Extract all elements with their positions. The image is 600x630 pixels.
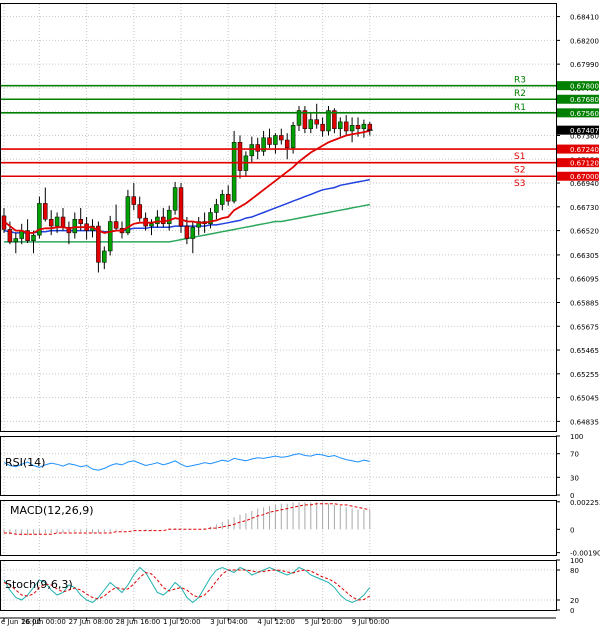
candle-body xyxy=(48,219,54,227)
y-tick-label: 0.66520 xyxy=(570,228,599,236)
rsi-y-tick-label: 30 xyxy=(570,474,579,482)
candle-body xyxy=(361,123,367,129)
candle-body xyxy=(225,194,231,202)
candle-body xyxy=(284,139,290,149)
candle-body xyxy=(184,225,190,239)
candle-body xyxy=(113,221,119,229)
candle-body xyxy=(166,209,172,225)
candle-body xyxy=(107,221,113,252)
candle-body xyxy=(7,229,13,243)
candle-body xyxy=(320,123,325,132)
level-price-label: 0.67240 xyxy=(570,146,599,154)
candle-body xyxy=(13,238,19,243)
level-price-label: 0.67000 xyxy=(570,173,599,181)
level-label-r1: R1 xyxy=(514,103,526,113)
candle-body xyxy=(355,125,361,129)
candle-body xyxy=(172,187,178,211)
candle-body xyxy=(279,135,284,141)
x-tick-label: 27 Jun 08:00 xyxy=(69,618,113,626)
level-price-label: 0.67800 xyxy=(570,83,599,91)
candle-body xyxy=(54,216,60,227)
y-tick-label: 0.65465 xyxy=(570,347,599,355)
candle-body xyxy=(137,204,142,219)
x-tick-label: 1 Jul 20:00 xyxy=(163,618,201,626)
stoch-label: Stoch(9,6,3) xyxy=(5,578,73,591)
candle-body xyxy=(255,144,260,152)
candle-body xyxy=(349,125,355,132)
level-label-s3: S3 xyxy=(514,179,525,189)
level-label-r3: R3 xyxy=(514,76,526,86)
stoch-y-tick-label: 100 xyxy=(570,557,583,565)
candle-body xyxy=(367,123,373,131)
candle-body xyxy=(249,144,255,157)
candle-body xyxy=(237,142,243,171)
candle-body xyxy=(131,196,137,205)
y-tick-label: 0.67990 xyxy=(570,61,599,69)
chart-container: 0.684100.682000.679900.677800.675700.673… xyxy=(0,0,600,626)
pane-frame-main xyxy=(0,3,557,432)
candle-body xyxy=(155,216,160,225)
y-tick-label: 0.65675 xyxy=(570,323,599,331)
last-price-label: 0.67407 xyxy=(570,127,599,135)
x-tick-label: 9 Jul 00:00 xyxy=(352,618,390,626)
level-label-r2: R2 xyxy=(514,89,526,99)
rsi-y-tick-label: 100 xyxy=(570,433,583,441)
candle-body xyxy=(31,234,36,242)
macd-label: MACD(12,26,9) xyxy=(10,504,94,517)
y-tick-label: 0.65045 xyxy=(570,395,599,403)
level-price-label: 0.67560 xyxy=(570,110,599,118)
candle-body xyxy=(102,250,107,263)
y-tick-label: 0.65255 xyxy=(570,371,599,379)
trading-chart: 0.684100.682000.679900.677800.675700.673… xyxy=(0,3,600,626)
candle-body xyxy=(308,119,314,129)
candle-body xyxy=(60,216,66,228)
y-tick-label: 0.65885 xyxy=(570,299,599,307)
candle-body xyxy=(273,135,278,145)
candle-body xyxy=(231,142,237,202)
x-tick-label: 28 Jun 16:00 xyxy=(116,618,160,626)
stoch-y-tick-label: 80 xyxy=(570,567,579,575)
macd-y-tick-label: 0 xyxy=(570,526,574,534)
candle-body xyxy=(338,121,343,129)
x-tick-label: 26 Jun 00:00 xyxy=(21,618,65,626)
candle-body xyxy=(343,121,349,132)
level-label-s1: S1 xyxy=(514,152,525,162)
rsi-y-tick-label: 70 xyxy=(570,451,579,459)
stoch-y-tick-label: 0 xyxy=(570,607,574,615)
x-tick-label: 4 Jul 12:00 xyxy=(257,618,295,626)
stoch-y-tick-label: 20 xyxy=(570,597,579,605)
candle-body xyxy=(220,194,225,205)
candle-body xyxy=(214,204,219,213)
y-tick-label: 0.66095 xyxy=(570,276,599,284)
level-price-label: 0.67680 xyxy=(570,96,599,104)
candle-body xyxy=(290,125,296,149)
y-tick-label: 0.64835 xyxy=(570,418,599,426)
level-price-label: 0.67120 xyxy=(570,160,599,168)
candle-body xyxy=(78,219,83,225)
y-tick-label: 0.68200 xyxy=(570,37,599,45)
candle-body xyxy=(190,226,196,239)
rsi-label: RSI(14) xyxy=(5,456,45,469)
level-label-s2: S2 xyxy=(514,166,525,176)
macd-y-tick-label: 0.002253 xyxy=(570,499,600,507)
candle-body xyxy=(43,203,48,220)
pane-frame-stoch xyxy=(0,560,557,611)
x-tick-label: 3 Jul 04:00 xyxy=(210,618,248,626)
y-tick-label: 0.68410 xyxy=(570,14,599,22)
y-tick-label: 0.66305 xyxy=(570,252,599,260)
candle-body xyxy=(72,219,78,234)
candle-body xyxy=(314,119,319,125)
candle-body xyxy=(267,137,272,145)
candle-body xyxy=(149,223,154,227)
x-tick-label: 5 Jul 20:00 xyxy=(305,618,343,626)
y-tick-label: 0.66730 xyxy=(570,204,599,212)
